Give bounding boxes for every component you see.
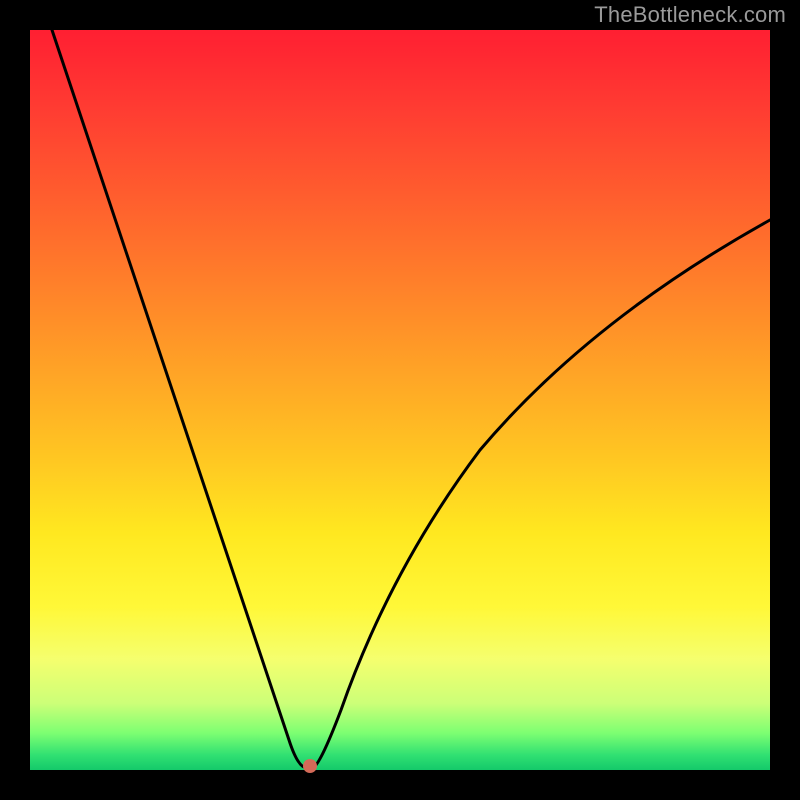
- watermark-text: TheBottleneck.com: [594, 2, 786, 28]
- minimum-marker: [303, 759, 317, 773]
- plot-area: [30, 30, 770, 770]
- chart-frame: TheBottleneck.com: [0, 0, 800, 800]
- curve-layer: [30, 30, 770, 770]
- bottleneck-curve: [52, 30, 770, 768]
